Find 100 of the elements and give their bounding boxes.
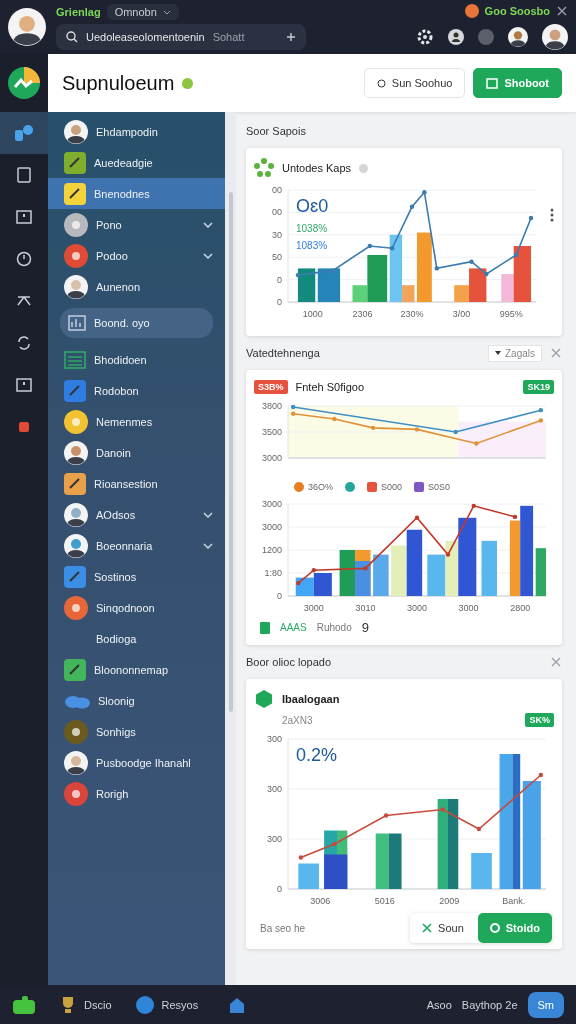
app-icon — [64, 182, 86, 205]
axis-label: 995% — [499, 309, 523, 319]
sidebar-item[interactable]: Ehdampodin — [48, 116, 225, 147]
workspace-dropdown[interactable]: Omnobn — [106, 4, 179, 20]
axis-label: 230% — [400, 309, 424, 319]
trophy-icon — [60, 995, 76, 1014]
cluster-icon — [254, 158, 274, 178]
app-icon — [64, 658, 86, 681]
search-field[interactable]: Uedoleaseolomentoenin Sohatt — [56, 24, 306, 50]
sidebar-item[interactable]: Danoin — [48, 437, 225, 468]
scrollbar[interactable] — [228, 192, 233, 712]
sidebar-item[interactable]: Boond. oyo — [60, 308, 213, 338]
filter-dropdown[interactable]: Zagals — [488, 344, 542, 362]
person-icon[interactable] — [448, 29, 464, 45]
chart-bar — [481, 540, 497, 596]
card-title: Untodes Kaps — [282, 162, 352, 174]
chevron-icon[interactable] — [203, 542, 213, 549]
sidebar-item[interactable]: Rioansestion — [48, 468, 225, 499]
sidebar-item[interactable]: Bloononnemap — [48, 654, 225, 685]
header-button[interactable]: Sun Soohuo — [363, 68, 466, 98]
axis-label: 3000 — [303, 603, 324, 613]
axis-label: 1000 — [302, 309, 323, 319]
taskbar-link[interactable]: Baythop 2e — [461, 998, 518, 1011]
clock-icon[interactable] — [16, 251, 32, 267]
chart-bar — [313, 573, 332, 596]
sidebar-item[interactable]: Bnenodnes — [48, 178, 225, 209]
taskbar-item[interactable]: Dscio — [60, 995, 112, 1014]
file-icon — [260, 621, 270, 634]
sidebar-item[interactable]: Sostinos — [48, 561, 225, 592]
badge: S3B% — [254, 380, 288, 394]
axis-label: 00 — [272, 207, 282, 218]
tablet-icon[interactable] — [17, 167, 31, 183]
frame-icon[interactable] — [16, 210, 32, 224]
chevron-icon[interactable] — [203, 511, 213, 518]
sidebar-item[interactable]: Bodioga — [48, 623, 225, 654]
alert-icon[interactable] — [19, 422, 29, 432]
sync-icon[interactable] — [16, 335, 32, 351]
app-icon — [64, 472, 86, 495]
more-icon[interactable] — [550, 208, 554, 222]
plus-icon[interactable] — [286, 32, 296, 42]
axis-label: 2800 — [510, 603, 531, 613]
frame-icon[interactable] — [16, 378, 32, 392]
sidebar-item[interactable]: Podoo — [48, 240, 225, 271]
cross-icon — [422, 923, 433, 933]
app-icon — [64, 212, 88, 237]
sidebar-item[interactable]: Aunenon — [48, 271, 225, 302]
axis-label: 3010 — [355, 603, 376, 613]
sidebar-item[interactable]: Sloonig — [48, 685, 225, 716]
action-button[interactable]: Soun — [410, 913, 476, 943]
sidebar-item[interactable]: Pono — [48, 209, 225, 240]
sidebar-item[interactable]: Sonhigs — [48, 716, 225, 747]
axis-label: 3000 — [458, 603, 479, 613]
footer-value: AAAS — [280, 622, 307, 633]
chart-bar — [391, 545, 407, 596]
taskbar-item[interactable]: Resyos — [135, 995, 199, 1014]
rail-tab[interactable] — [0, 112, 48, 154]
logo-icon[interactable] — [8, 67, 40, 99]
chart-bar — [339, 550, 356, 596]
avatar-icon — [64, 274, 88, 299]
avatar-icon — [64, 750, 88, 775]
stat-value: 1083% — [296, 240, 329, 251]
sidebar-item[interactable]: Sinqodnoon — [48, 592, 225, 623]
page-title: Supnuloeum — [62, 71, 175, 95]
axis-label: 50 — [272, 252, 282, 263]
sidebar-item[interactable]: Pusboodge Ihanahl — [48, 747, 225, 778]
gear-icon[interactable] — [416, 28, 434, 46]
app-icon — [64, 595, 88, 620]
blocks-icon[interactable] — [14, 124, 34, 142]
card-title: Ibaalogaan — [282, 693, 340, 705]
chevron-icon[interactable] — [203, 221, 213, 228]
taskbar-button[interactable]: Sm — [527, 991, 564, 1018]
app-icon[interactable] — [12, 994, 36, 1015]
chart-bar — [298, 863, 319, 889]
axis-label: Bank. — [502, 896, 526, 906]
sidebar-item[interactable]: Auedeadgie — [48, 147, 225, 178]
user-avatar — [508, 27, 528, 47]
app-icon — [64, 781, 88, 806]
hexagon-icon — [254, 689, 274, 709]
axis-label: 0 — [277, 297, 282, 307]
user-avatar — [542, 24, 568, 50]
axis-label: 1200 — [261, 545, 282, 555]
sidebar-item[interactable]: Boeonnaria — [48, 530, 225, 561]
sidebar-item[interactable]: AOdsos — [48, 499, 225, 530]
tag: SK19 — [523, 380, 554, 394]
taskbar-link[interactable]: Asoo — [426, 998, 452, 1011]
axis-label: 3000 — [261, 499, 282, 509]
footer-count: 9 — [361, 620, 369, 635]
axis-label: 1:80 — [264, 568, 282, 578]
home-icon[interactable] — [228, 995, 247, 1014]
sidebar-item[interactable]: Nemenmes — [48, 406, 225, 437]
section-title: Vatedtehnenga — [246, 347, 321, 359]
chevron-icon[interactable] — [203, 252, 213, 259]
square-icon — [486, 77, 499, 89]
sidebar-item[interactable]: Rodobon — [48, 375, 225, 406]
sidebar-item[interactable]: Bhodidoen — [48, 344, 225, 375]
circle-icon — [135, 995, 154, 1014]
axis-label: 5016 — [374, 896, 395, 906]
close-icon[interactable] — [556, 5, 568, 17]
circle-icon[interactable] — [478, 29, 494, 45]
sidebar-item[interactable]: Rorigh — [48, 778, 225, 809]
